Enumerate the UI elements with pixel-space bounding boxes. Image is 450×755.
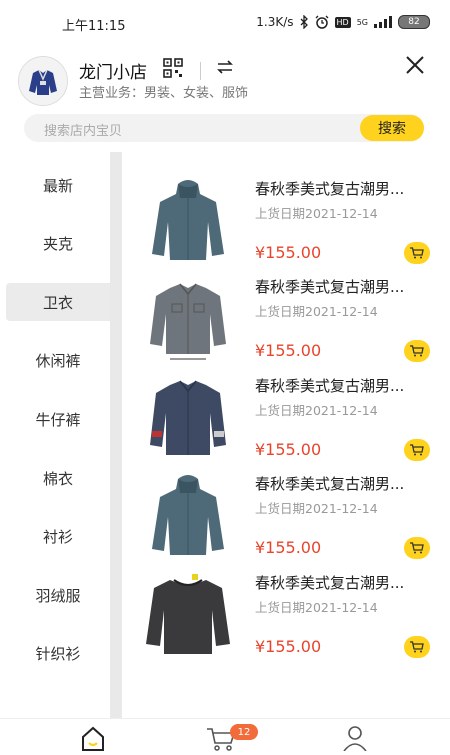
product-title: 春秋季美式复古潮男... bbox=[255, 574, 405, 592]
bluetooth-icon bbox=[300, 15, 309, 29]
product-date: 上货日期2021-12-14 bbox=[255, 501, 378, 516]
category-item-latest[interactable]: 最新 bbox=[6, 166, 110, 204]
product-date: 上货日期2021-12-14 bbox=[255, 403, 378, 418]
tab-profile[interactable] bbox=[342, 725, 368, 755]
alarm-icon bbox=[315, 15, 329, 29]
add-to-cart-button[interactable] bbox=[404, 537, 430, 559]
product-price: ¥155.00 bbox=[255, 440, 322, 459]
product-date: 上货日期2021-12-14 bbox=[255, 304, 378, 319]
product-image bbox=[150, 380, 226, 455]
jacket-logo-icon bbox=[19, 57, 67, 105]
cart-icon bbox=[410, 345, 424, 357]
product-image bbox=[152, 475, 224, 555]
cart-icon bbox=[410, 641, 424, 653]
product-price: ¥155.00 bbox=[255, 341, 322, 360]
status-bar: 上午11:15 1.3K/s HD 5G 82 bbox=[0, 0, 450, 44]
cart-icon bbox=[410, 542, 424, 554]
tab-home[interactable] bbox=[80, 725, 106, 755]
product-price: ¥155.00 bbox=[255, 637, 322, 656]
cart-icon bbox=[410, 444, 424, 456]
category-item-jacket[interactable]: 夹克 bbox=[6, 224, 110, 262]
cart-count-badge: 12 bbox=[230, 724, 258, 740]
net-type: 5G bbox=[356, 17, 368, 27]
category-sidebar: 最新 夹克 卫衣 休闲裤 牛仔裤 棉衣 衬衫 羽绒服 针织衫 bbox=[0, 152, 110, 718]
category-item-shirt[interactable]: 衬衫 bbox=[6, 517, 110, 555]
bottom-tab-bar bbox=[0, 718, 450, 752]
product-image bbox=[150, 283, 226, 360]
network-speed: 1.3K/s bbox=[256, 15, 294, 29]
category-item-down-jacket[interactable]: 羽绒服 bbox=[6, 576, 110, 614]
status-time: 上午11:15 bbox=[62, 19, 126, 34]
category-item-jeans[interactable]: 牛仔裤 bbox=[6, 400, 110, 438]
search-button[interactable]: 搜索 bbox=[360, 115, 424, 141]
qr-code-icon[interactable] bbox=[163, 58, 183, 82]
product-title: 春秋季美式复古潮男... bbox=[255, 278, 405, 296]
add-to-cart-button[interactable] bbox=[404, 439, 430, 461]
product-card[interactable]: 春秋季美式复古潮男... 上货日期2021-12-14 ¥155.00 bbox=[140, 465, 440, 563]
store-header: 龙门小店 主营业务：男装、女装、服饰 bbox=[0, 50, 450, 110]
add-to-cart-button[interactable] bbox=[404, 242, 430, 264]
product-image bbox=[152, 180, 224, 260]
store-avatar[interactable] bbox=[18, 56, 68, 106]
product-date: 上货日期2021-12-14 bbox=[255, 206, 378, 221]
home-icon bbox=[82, 726, 104, 751]
header-divider bbox=[200, 62, 201, 80]
category-item-knitwear[interactable]: 针织衫 bbox=[6, 634, 110, 672]
search-bar[interactable]: 搜索店内宝贝 搜索 bbox=[24, 114, 424, 142]
cart-icon bbox=[410, 247, 424, 259]
search-input[interactable]: 搜索店内宝贝 bbox=[44, 120, 122, 139]
category-item-cotton-coat[interactable]: 棉衣 bbox=[6, 459, 110, 497]
status-indicators: 1.3K/s HD 5G 82 bbox=[256, 12, 430, 32]
category-item-casual-pants[interactable]: 休闲裤 bbox=[6, 341, 110, 379]
battery-indicator: 82 bbox=[398, 15, 430, 29]
hd-badge: HD bbox=[334, 16, 351, 28]
product-card[interactable]: 春秋季美式复古潮男... 上货日期2021-12-14 ¥155.00 bbox=[140, 170, 440, 268]
close-icon[interactable] bbox=[406, 56, 424, 78]
add-to-cart-button[interactable] bbox=[404, 636, 430, 658]
product-title: 春秋季美式复古潮男... bbox=[255, 377, 405, 395]
store-name: 龙门小店 bbox=[79, 63, 147, 83]
product-card[interactable]: 春秋季美式复古潮男... 上货日期2021-12-14 ¥155.00 bbox=[140, 268, 440, 366]
sidebar-separator bbox=[110, 152, 122, 718]
switch-store-icon[interactable] bbox=[216, 58, 234, 80]
product-title: 春秋季美式复古潮男... bbox=[255, 180, 405, 198]
product-card[interactable]: 春秋季美式复古潮男... 上货日期2021-12-14 ¥155.00 bbox=[140, 367, 440, 465]
user-icon bbox=[343, 726, 367, 752]
product-image bbox=[146, 574, 230, 654]
product-card[interactable]: 春秋季美式复古潮男... 上货日期2021-12-14 ¥155.00 bbox=[140, 564, 440, 662]
product-date: 上货日期2021-12-14 bbox=[255, 600, 378, 615]
signal-icon bbox=[374, 16, 392, 28]
store-business: 主营业务：男装、女装、服饰 bbox=[79, 86, 249, 101]
add-to-cart-button[interactable] bbox=[404, 340, 430, 362]
category-item-hoodie[interactable]: 卫衣 bbox=[6, 283, 110, 321]
product-price: ¥155.00 bbox=[255, 538, 322, 557]
product-price: ¥155.00 bbox=[255, 243, 322, 262]
product-title: 春秋季美式复古潮男... bbox=[255, 475, 405, 493]
